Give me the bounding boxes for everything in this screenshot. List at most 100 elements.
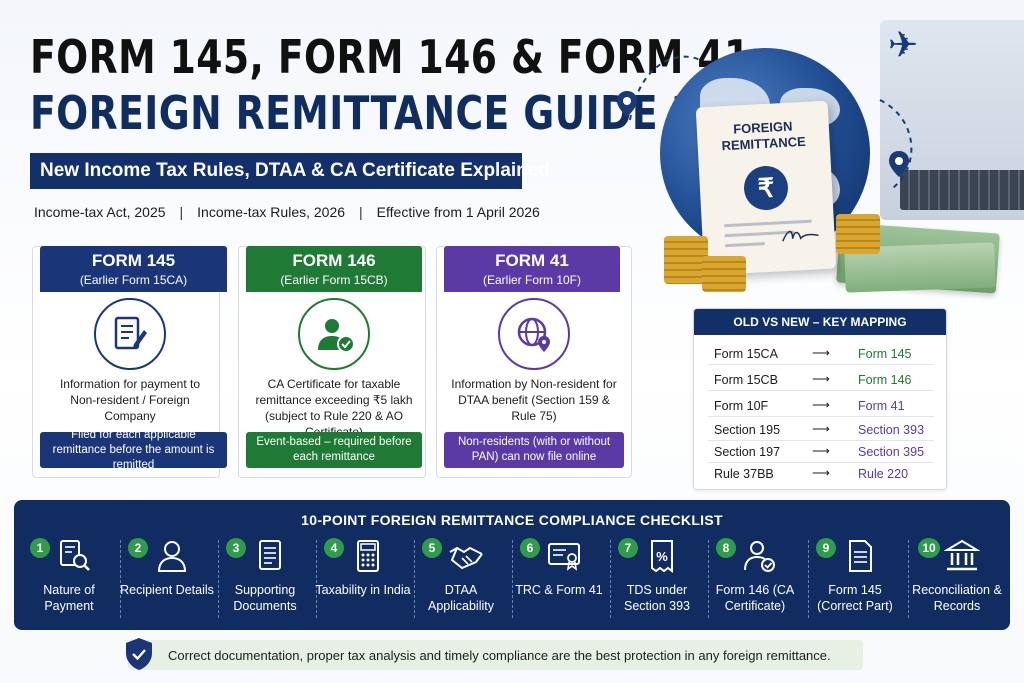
arrow-right-icon: ⟶ (812, 444, 830, 458)
mapping-row: Form 10F ⟶ Form 41 (708, 395, 934, 417)
coin-stack-illustration (836, 214, 880, 254)
infographic-page: FORM 145, FORM 146 & FORM 41 FOREIGN REM… (0, 0, 1024, 683)
mapping-old: Section 197 (714, 445, 781, 459)
form-146-name: FORM 146 (292, 251, 376, 270)
checklist-label: TDS under Section 393 (623, 583, 691, 613)
checklist-number: 4 (324, 538, 344, 558)
old-vs-new-mapping-panel: OLD VS NEW – KEY MAPPING Form 15CA ⟶ For… (693, 308, 947, 490)
person-check-icon (744, 541, 775, 572)
checklist-item: 3 Supporting Documents (216, 534, 314, 624)
footer-banner: Correct documentation, proper tax analys… (126, 638, 863, 670)
form-145-description: Information for payment to Non-resident … (59, 377, 201, 423)
location-pin-icon (617, 91, 637, 117)
checklist-number: 2 (128, 538, 148, 558)
form-146-earlier: (Earlier Form 15CB) (280, 273, 388, 287)
person-icon (157, 541, 187, 572)
meta-separator: | (179, 204, 184, 220)
footer-text: Correct documentation, proper tax analys… (168, 647, 831, 663)
checklist-item: 4 Taxability in India (314, 534, 412, 624)
checklist-number: 10 (918, 538, 940, 558)
checklist-item: 9 Form 145 (Correct Part) (806, 534, 904, 624)
percent-receipt-icon: % (651, 540, 673, 573)
meta-effective: Effective from 1 April 2026 (376, 204, 540, 220)
subtitle-text: New Income Tax Rules, DTAA & CA Certific… (40, 160, 550, 181)
form-icon (849, 540, 872, 572)
mapping-row: Section 195 ⟶ Section 393 (708, 419, 934, 441)
meta-separator: | (359, 204, 363, 220)
checklist-number: 8 (716, 538, 736, 558)
form-145-name: FORM 145 (91, 251, 176, 270)
compliance-checklist: 10-POINT FOREIGN REMITTANCE COMPLIANCE C… (14, 500, 1010, 630)
mapping-title: OLD VS NEW – KEY MAPPING (694, 309, 946, 335)
airplane-icon: ✈ (888, 24, 919, 65)
mapping-new: Form 146 (858, 373, 912, 387)
svg-text:%: % (656, 549, 668, 564)
checklist-number: 5 (422, 538, 442, 558)
form-146-note: Event-based – required before each remit… (246, 432, 422, 468)
mapping-new: Form 145 (858, 347, 912, 361)
coin-stack-illustration (702, 256, 746, 292)
rupee-icon: ₹ (742, 164, 790, 212)
handshake-icon (449, 546, 483, 570)
form-41-description: Information by Non-resident for DTAA ben… (451, 377, 617, 423)
arrow-right-icon: ⟶ (812, 346, 830, 360)
meta-act: Income-tax Act, 2025 (34, 204, 166, 220)
mapping-row: Section 197 ⟶ Section 395 (708, 441, 934, 463)
checklist-number: 6 (520, 538, 540, 558)
mapping-new: Rule 220 (858, 467, 909, 481)
checklist-label: Recipient Details (120, 583, 214, 597)
mapping-row: Form 15CA ⟶ Form 145 (708, 343, 934, 365)
form-145-earlier: (Earlier Form 15CA) (79, 273, 188, 287)
checklist-item: 6 TRC & Form 41 (510, 534, 608, 624)
form-41-earlier: (Earlier Form 10F) (482, 273, 581, 287)
shield-check-icon (126, 638, 152, 670)
checklist-number: 1 (30, 538, 50, 558)
document-search-icon (60, 540, 90, 571)
mapping-new: Section 393 (858, 423, 925, 437)
checklist-item: 10 Reconciliation & Records (908, 534, 1006, 624)
checklist-label: Taxability in India (315, 583, 411, 597)
bank-icon (944, 539, 980, 571)
checklist-label: TRC & Form 41 (515, 583, 603, 597)
document-pen-icon (94, 298, 166, 370)
checklist-label: DTAA Applicability (427, 583, 494, 613)
location-pin-icon (889, 151, 909, 177)
signature-icon (782, 230, 819, 242)
mapping-row: Form 15CB ⟶ Form 146 (708, 369, 934, 391)
arrow-right-icon: ⟶ (812, 398, 830, 412)
mapping-old: Section 195 (714, 423, 781, 437)
form-146-header: FORM 146 (Earlier Form 15CB) (246, 246, 422, 292)
mapping-old: Form 15CA (714, 347, 778, 361)
certificate-icon (548, 543, 580, 571)
checklist-item: 7 % TDS under Section 393 (608, 534, 706, 624)
checklist-number: 9 (816, 538, 836, 558)
arrow-right-icon: ⟶ (812, 466, 830, 480)
checklist-number: 7 (618, 538, 638, 558)
meta-rules: Income-tax Rules, 2026 (197, 204, 346, 220)
checklist-item: 1 Nature of Payment (20, 534, 118, 624)
mapping-old: Form 15CB (714, 373, 778, 387)
subtitle-banner: New Income Tax Rules, DTAA & CA Certific… (30, 153, 550, 189)
form-41-note: Non-residents (with or without PAN) can … (444, 432, 624, 468)
document-title: FOREIGN REMITTANCE (721, 118, 807, 154)
form-41-name: FORM 41 (495, 251, 569, 270)
form-146-description: CA Certificate for taxable remittance ex… (255, 377, 413, 439)
form-145-note: Filed for each applicable remittance bef… (40, 429, 227, 471)
ca-person-check-icon (298, 298, 370, 370)
checklist-label: Reconciliation & Records (912, 583, 1002, 613)
checklist-item: 5 DTAA Applicability (412, 534, 510, 624)
arrow-right-icon: ⟶ (812, 422, 830, 436)
arrow-right-icon: ⟶ (812, 372, 830, 386)
mapping-new: Section 395 (858, 445, 925, 459)
form-41-header: FORM 41 (Earlier Form 10F) (444, 246, 620, 292)
remittance-document-illustration: FOREIGN REMITTANCE ₹ (695, 100, 837, 276)
checklist-number: 3 (226, 538, 246, 558)
checklist-label: Form 146 (CA Certificate) (715, 583, 795, 613)
form-145-header: FORM 145 (Earlier Form 15CA) (40, 246, 227, 292)
mapping-old: Form 10F (714, 399, 769, 413)
calculator-icon (357, 540, 379, 572)
checklist-label: Supporting Documents (233, 583, 297, 613)
mapping-new: Form 41 (858, 399, 905, 413)
mapping-row: Rule 37BB ⟶ Rule 220 (708, 463, 934, 485)
documents-icon (259, 540, 281, 570)
